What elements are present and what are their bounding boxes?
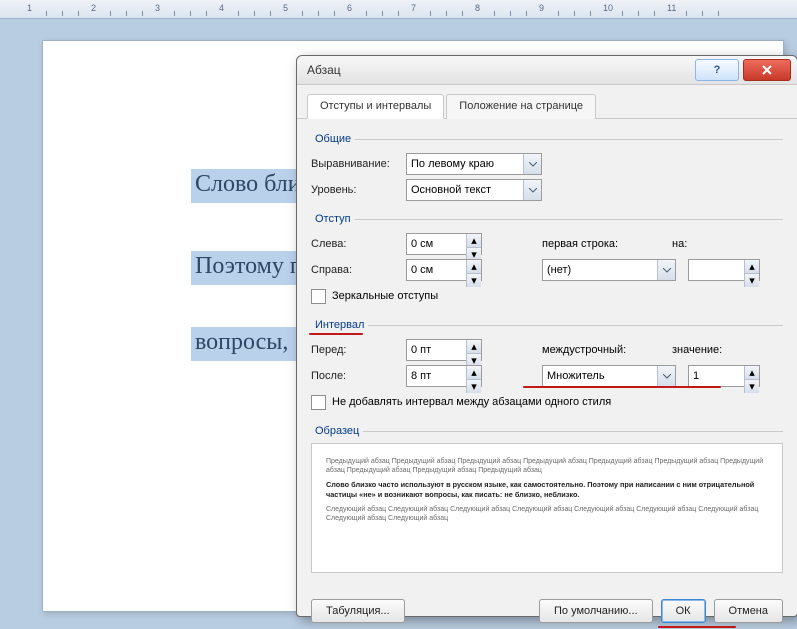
annotation-underline [658,626,736,628]
label-mirror: Зеркальные отступы [332,290,438,302]
ruler-number: 2 [91,3,96,13]
group-preview: Образец Предыдущий абзац Предыдущий абза… [311,425,783,575]
label-firstline: первая строка: [542,238,672,250]
tab-strip: Отступы и интервалы Положение на страниц… [297,85,797,119]
ruler-number: 5 [283,3,288,13]
ruler-number: 9 [539,3,544,13]
spin-up-icon[interactable]: ▴ [744,366,759,380]
label-linespacing: междустрочный: [542,344,672,356]
label-alignment: Выравнивание: [311,158,406,170]
close-button[interactable] [743,59,791,81]
ruler-number: 8 [475,3,480,13]
annotation-underline [523,386,721,388]
group-spacing: Интервал Перед: 0 пт ▴▾ междустрочный: з… [311,319,783,417]
firstline-select[interactable]: (нет) [542,259,676,281]
level-value: Основной текст [411,184,491,196]
spacing-before-value: 0 пт [411,344,431,356]
group-general: Общие Выравнивание: По левому краю Урове… [311,133,783,205]
label-by: на: [672,238,782,250]
label-level: Уровень: [311,184,406,196]
ruler-number: 7 [411,3,416,13]
ruler-number: 4 [219,3,224,13]
spin-up-icon[interactable]: ▴ [744,260,759,274]
legend-general: Общие [311,133,355,145]
ok-label: ОК [676,605,691,617]
chevron-down-icon [523,154,541,174]
ruler: 1 2 3 4 5 6 7 8 9 10 11 [0,0,797,19]
level-select[interactable]: Основной текст [406,179,542,201]
label-at: значение: [672,344,782,356]
doc-text: вопросы, [195,329,288,356]
spin-down-icon[interactable]: ▾ [466,274,481,287]
spacing-before-spinner[interactable]: 0 пт ▴▾ [406,339,482,361]
doc-text: Поэтому п [195,253,303,280]
mirror-checkbox[interactable] [311,289,326,304]
preview-box: Предыдущий абзац Предыдущий абзац Предыд… [311,443,783,573]
spacing-at-spinner[interactable]: 1 ▴▾ [688,365,760,387]
indent-right-value: 0 см [411,264,433,276]
spacing-after-value: 8 пт [411,370,431,382]
legend-indent: Отступ [311,213,355,225]
spin-up-icon[interactable]: ▴ [466,234,481,248]
ruler-number: 10 [603,3,613,13]
chevron-down-icon [523,180,541,200]
chevron-down-icon [657,260,675,280]
spin-up-icon[interactable]: ▴ [466,340,481,354]
legend-preview: Образец [311,425,363,437]
ruler-number: 3 [155,3,160,13]
chevron-down-icon [657,366,675,386]
ruler-number: 11 [667,3,676,13]
indent-by-spinner[interactable]: ▴▾ [688,259,760,281]
label-before: Перед: [311,344,406,356]
alignment-value: По левому краю [411,158,494,170]
ok-button[interactable]: ОК [661,599,706,623]
group-indent: Отступ Слева: 0 см ▴▾ первая строка: на:… [311,213,783,311]
linespacing-select[interactable]: Множитель [542,365,676,387]
tabs-button[interactable]: Табуляция... [311,599,405,623]
firstline-value: (нет) [547,264,571,276]
spin-down-icon[interactable]: ▾ [744,380,759,393]
indent-left-value: 0 см [411,238,433,250]
spacing-after-spinner[interactable]: 8 пт ▴▾ [406,365,482,387]
dialog-title: Абзац [307,63,341,77]
ruler-number: 1 [27,3,32,13]
cancel-button[interactable]: Отмена [714,599,783,623]
spin-up-icon[interactable]: ▴ [466,366,481,380]
close-icon [761,65,773,75]
preview-prev: Предыдущий абзац Предыдущий абзац Предыд… [326,457,768,475]
linespacing-value: Множитель [547,370,605,382]
help-button[interactable]: ? [695,59,739,81]
tab-position[interactable]: Положение на странице [446,94,596,119]
preview-current: Слово близко часто используют в русском … [326,480,768,500]
button-row: Табуляция... По умолчанию... ОК Отмена [297,589,797,629]
alignment-select[interactable]: По левому краю [406,153,542,175]
paragraph-dialog: Абзац ? Отступы и интервалы Положение на… [296,55,797,617]
preview-next: Следующий абзац Следующий абзац Следующи… [326,505,768,523]
spacing-at-value: 1 [693,370,699,382]
tab-indents[interactable]: Отступы и интервалы [307,94,444,119]
default-button[interactable]: По умолчанию... [539,599,653,623]
annotation-underline [309,333,363,335]
titlebar[interactable]: Абзац ? [297,56,797,85]
nosame-checkbox[interactable] [311,395,326,410]
spin-up-icon[interactable]: ▴ [466,260,481,274]
doc-text: Слово бли [195,171,301,198]
legend-spacing: Интервал [311,319,368,331]
spin-down-icon[interactable]: ▾ [744,274,759,287]
indent-left-spinner[interactable]: 0 см ▴▾ [406,233,482,255]
label-left: Слева: [311,238,406,250]
label-right: Справа: [311,264,406,276]
spin-down-icon[interactable]: ▾ [466,380,481,393]
ruler-number: 6 [347,3,352,13]
label-nosame: Не добавлять интервал между абзацами одн… [332,396,611,408]
indent-right-spinner[interactable]: 0 см ▴▾ [406,259,482,281]
label-after: После: [311,370,406,382]
